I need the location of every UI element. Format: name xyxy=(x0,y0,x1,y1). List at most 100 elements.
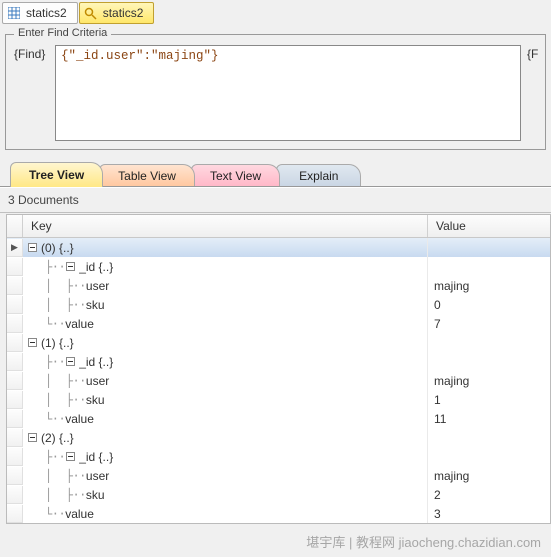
row-gutter[interactable] xyxy=(7,410,23,428)
table-row[interactable]: │├·· usermajing xyxy=(7,276,550,295)
row-label: value xyxy=(65,507,94,521)
row-gutter[interactable]: ▶ xyxy=(7,239,23,257)
top-tab-statics2-2[interactable]: statics2 xyxy=(79,2,155,24)
row-label: (2) {..} xyxy=(41,431,74,445)
top-tab-bar: statics2 statics2 xyxy=(0,0,551,26)
tab-text-view[interactable]: Text View xyxy=(191,164,280,186)
row-key-cell[interactable]: │├·· sku xyxy=(23,295,428,314)
row-gutter[interactable] xyxy=(7,258,23,276)
view-tab-bar: Tree View Table View Text View Explain xyxy=(0,162,551,187)
grid-header: Key Value xyxy=(7,215,550,238)
criteria-legend: Enter Find Criteria xyxy=(14,27,111,39)
row-value-cell[interactable]: 1 xyxy=(428,393,550,407)
find-criteria-group: Enter Find Criteria {Find} {"_id.user":"… xyxy=(5,34,546,150)
row-value-cell[interactable]: 2 xyxy=(428,488,550,502)
row-key-cell[interactable]: └·· value xyxy=(23,314,428,333)
table-row[interactable]: ├·· _id {..} xyxy=(7,257,550,276)
collapse-icon[interactable] xyxy=(27,432,38,443)
document-count-status: 3 Documents xyxy=(0,187,551,213)
row-value-cell[interactable]: 11 xyxy=(428,412,550,426)
row-gutter[interactable] xyxy=(7,277,23,295)
top-tab-label: statics2 xyxy=(26,6,67,20)
grid-icon xyxy=(7,6,21,20)
row-gutter[interactable] xyxy=(7,372,23,390)
row-key-cell[interactable]: (1) {..} xyxy=(23,333,428,352)
row-gutter[interactable] xyxy=(7,391,23,409)
row-key-cell[interactable]: └·· value xyxy=(23,409,428,428)
rows-container: ▶(0) {..}├·· _id {..}│├·· usermajing│├··… xyxy=(7,238,550,523)
table-row[interactable]: └·· value3 xyxy=(7,504,550,523)
table-row[interactable]: │├·· sku2 xyxy=(7,485,550,504)
top-tab-label: statics2 xyxy=(103,6,144,20)
table-row[interactable]: │├·· sku0 xyxy=(7,295,550,314)
row-key-cell[interactable]: │├·· user xyxy=(23,371,428,390)
row-label: user xyxy=(86,279,109,293)
tab-table-view[interactable]: Table View xyxy=(99,164,195,186)
tab-tree-view[interactable]: Tree View xyxy=(10,162,103,187)
table-row[interactable]: (2) {..} xyxy=(7,428,550,447)
row-label: _id {..} xyxy=(79,260,113,274)
row-key-cell[interactable]: │├·· sku xyxy=(23,485,428,504)
collapse-icon[interactable] xyxy=(65,261,76,272)
collapse-icon[interactable] xyxy=(27,242,38,253)
find-input[interactable]: {"_id.user":"majing"} xyxy=(55,45,521,141)
table-row[interactable]: │├·· usermajing xyxy=(7,371,550,390)
top-tab-statics2-1[interactable]: statics2 xyxy=(2,2,78,24)
header-gutter xyxy=(7,215,23,237)
collapse-icon[interactable] xyxy=(65,451,76,462)
collapse-icon[interactable] xyxy=(27,337,38,348)
watermark: 堪宇库 | 教程网 jiaocheng.chazidian.com xyxy=(306,532,541,551)
row-key-cell[interactable]: │├·· user xyxy=(23,466,428,485)
collapse-icon[interactable] xyxy=(65,356,76,367)
row-value-cell[interactable]: 3 xyxy=(428,507,550,521)
row-key-cell[interactable]: │├·· sku xyxy=(23,390,428,409)
row-gutter[interactable] xyxy=(7,429,23,447)
row-gutter[interactable] xyxy=(7,448,23,466)
row-label: user xyxy=(86,374,109,388)
row-value-cell[interactable]: 0 xyxy=(428,298,550,312)
row-label: sku xyxy=(86,393,105,407)
row-gutter[interactable] xyxy=(7,505,23,523)
row-key-cell[interactable]: ├·· _id {..} xyxy=(23,447,428,466)
row-key-cell[interactable]: ├·· _id {..} xyxy=(23,352,428,371)
row-gutter[interactable] xyxy=(7,353,23,371)
row-gutter[interactable] xyxy=(7,296,23,314)
table-row[interactable]: └·· value7 xyxy=(7,314,550,333)
row-value-cell[interactable]: 7 xyxy=(428,317,550,331)
table-row[interactable]: ├·· _id {..} xyxy=(7,447,550,466)
row-label: _id {..} xyxy=(79,450,113,464)
row-label: _id {..} xyxy=(79,355,113,369)
row-label: value xyxy=(65,317,94,331)
row-value-cell[interactable]: majing xyxy=(428,279,550,293)
table-row[interactable]: ▶ (0) {..} xyxy=(7,238,550,257)
row-gutter[interactable] xyxy=(7,334,23,352)
header-key[interactable]: Key xyxy=(23,215,428,237)
row-key-cell[interactable]: ├·· _id {..} xyxy=(23,257,428,276)
row-value-cell[interactable]: majing xyxy=(428,374,550,388)
find-label: {Find} xyxy=(14,45,49,61)
table-row[interactable]: │├·· sku1 xyxy=(7,390,550,409)
row-gutter[interactable] xyxy=(7,486,23,504)
row-key-cell[interactable]: │├·· user xyxy=(23,276,428,295)
table-row[interactable]: └·· value11 xyxy=(7,409,550,428)
row-gutter[interactable] xyxy=(7,315,23,333)
row-label: sku xyxy=(86,298,105,312)
find-extra-label: {F xyxy=(527,45,537,61)
row-label: user xyxy=(86,469,109,483)
magnifier-icon xyxy=(84,6,98,20)
table-row[interactable]: (1) {..} xyxy=(7,333,550,352)
row-gutter[interactable] xyxy=(7,467,23,485)
results-grid: Key Value ▶(0) {..}├·· _id {..}│├·· user… xyxy=(6,214,551,524)
row-label: (0) {..} xyxy=(41,241,74,255)
table-row[interactable]: │├·· usermajing xyxy=(7,466,550,485)
row-key-cell[interactable]: └·· value xyxy=(23,504,428,523)
row-key-cell[interactable]: (2) {..} xyxy=(23,428,428,447)
tab-explain[interactable]: Explain xyxy=(276,164,361,186)
row-value-cell[interactable]: majing xyxy=(428,469,550,483)
row-label: value xyxy=(65,412,94,426)
header-value[interactable]: Value xyxy=(428,215,550,237)
row-key-cell[interactable]: (0) {..} xyxy=(23,238,428,257)
row-label: sku xyxy=(86,488,105,502)
row-label: (1) {..} xyxy=(41,336,74,350)
table-row[interactable]: ├·· _id {..} xyxy=(7,352,550,371)
